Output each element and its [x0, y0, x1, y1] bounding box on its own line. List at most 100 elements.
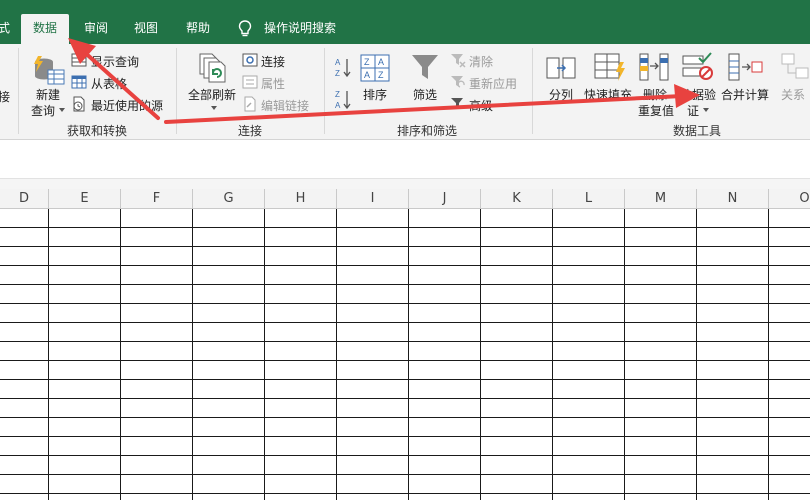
cell[interactable] — [409, 342, 481, 361]
chevron-down-icon[interactable] — [59, 108, 65, 112]
edit-links-button[interactable]: 编辑链接 — [261, 97, 309, 114]
cell[interactable] — [481, 209, 553, 228]
cell[interactable] — [121, 361, 193, 380]
clear-button[interactable]: 清除 — [469, 53, 493, 70]
cell[interactable] — [769, 323, 810, 342]
cell[interactable] — [481, 475, 553, 494]
cell[interactable] — [265, 228, 337, 247]
cell[interactable] — [625, 418, 697, 437]
cell[interactable] — [625, 475, 697, 494]
cell[interactable] — [697, 475, 769, 494]
column-header-e[interactable]: E — [49, 189, 121, 209]
cell[interactable] — [409, 361, 481, 380]
cell[interactable] — [625, 285, 697, 304]
tab-data[interactable]: 数据 — [21, 14, 70, 44]
cell[interactable] — [553, 323, 625, 342]
cell[interactable] — [337, 494, 409, 500]
cell[interactable] — [265, 285, 337, 304]
chevron-down-icon[interactable] — [703, 108, 709, 112]
cell[interactable] — [625, 228, 697, 247]
cell[interactable] — [193, 380, 265, 399]
column-header-l[interactable]: L — [553, 189, 625, 209]
cell[interactable] — [193, 475, 265, 494]
cell[interactable] — [337, 285, 409, 304]
cell[interactable] — [625, 361, 697, 380]
chevron-down-icon[interactable] — [211, 106, 217, 110]
cell[interactable] — [337, 399, 409, 418]
text-to-columns-button[interactable]: 分列 — [549, 86, 573, 103]
cell[interactable] — [49, 304, 121, 323]
cell[interactable] — [697, 304, 769, 323]
cell[interactable] — [193, 323, 265, 342]
cell[interactable] — [337, 475, 409, 494]
cell[interactable] — [481, 456, 553, 475]
column-header-i[interactable]: I — [337, 189, 409, 209]
cell[interactable] — [49, 475, 121, 494]
cell[interactable] — [49, 399, 121, 418]
cell[interactable] — [193, 437, 265, 456]
cell[interactable] — [49, 342, 121, 361]
cell[interactable] — [121, 399, 193, 418]
cell[interactable] — [193, 456, 265, 475]
cell[interactable] — [625, 494, 697, 500]
cell[interactable] — [697, 361, 769, 380]
column-header-j[interactable]: J — [409, 189, 481, 209]
cell[interactable] — [697, 285, 769, 304]
cell[interactable] — [49, 437, 121, 456]
remove-duplicates-label-2[interactable]: 重复值 — [638, 102, 674, 119]
cell[interactable] — [481, 399, 553, 418]
cell[interactable] — [265, 304, 337, 323]
cell[interactable] — [265, 380, 337, 399]
column-header-k[interactable]: K — [481, 189, 553, 209]
cell[interactable] — [0, 418, 49, 437]
cell[interactable] — [553, 456, 625, 475]
cell[interactable] — [121, 475, 193, 494]
cell[interactable] — [409, 437, 481, 456]
cell[interactable] — [769, 266, 810, 285]
cell[interactable] — [265, 266, 337, 285]
cell[interactable] — [625, 304, 697, 323]
cell[interactable] — [0, 437, 49, 456]
cell[interactable] — [409, 494, 481, 500]
new-query-label-2[interactable]: 查询 — [31, 102, 55, 119]
cell[interactable] — [0, 247, 49, 266]
cell[interactable] — [337, 304, 409, 323]
cell[interactable] — [265, 247, 337, 266]
cell[interactable] — [49, 418, 121, 437]
tell-me-search[interactable]: 操作说明搜索 — [264, 12, 336, 44]
cell[interactable] — [121, 323, 193, 342]
cell[interactable] — [193, 361, 265, 380]
relationships-button[interactable]: 关系 — [781, 86, 805, 103]
cell[interactable] — [0, 209, 49, 228]
cell[interactable] — [121, 209, 193, 228]
cell[interactable] — [553, 399, 625, 418]
cell[interactable] — [409, 456, 481, 475]
cell[interactable] — [337, 361, 409, 380]
cell[interactable] — [265, 437, 337, 456]
cell[interactable] — [0, 399, 49, 418]
tab-view[interactable]: 视图 — [134, 12, 158, 44]
cell[interactable] — [769, 285, 810, 304]
cell[interactable] — [265, 209, 337, 228]
cell[interactable] — [697, 437, 769, 456]
cell[interactable] — [625, 266, 697, 285]
cell[interactable] — [409, 380, 481, 399]
cell[interactable] — [0, 228, 49, 247]
cell[interactable] — [193, 266, 265, 285]
cell[interactable] — [265, 342, 337, 361]
cell[interactable] — [121, 418, 193, 437]
cell[interactable] — [121, 304, 193, 323]
cell[interactable] — [769, 228, 810, 247]
cell[interactable] — [481, 304, 553, 323]
cell[interactable] — [193, 418, 265, 437]
cell[interactable] — [121, 285, 193, 304]
cell[interactable] — [625, 342, 697, 361]
sort-z-to-a-icon[interactable]: Z A — [334, 88, 352, 110]
cell[interactable] — [481, 342, 553, 361]
cell[interactable] — [553, 494, 625, 500]
cell[interactable] — [553, 418, 625, 437]
cell[interactable] — [481, 380, 553, 399]
cell[interactable] — [697, 342, 769, 361]
sort-a-to-z-icon[interactable]: A Z — [334, 56, 352, 78]
cell[interactable] — [769, 399, 810, 418]
